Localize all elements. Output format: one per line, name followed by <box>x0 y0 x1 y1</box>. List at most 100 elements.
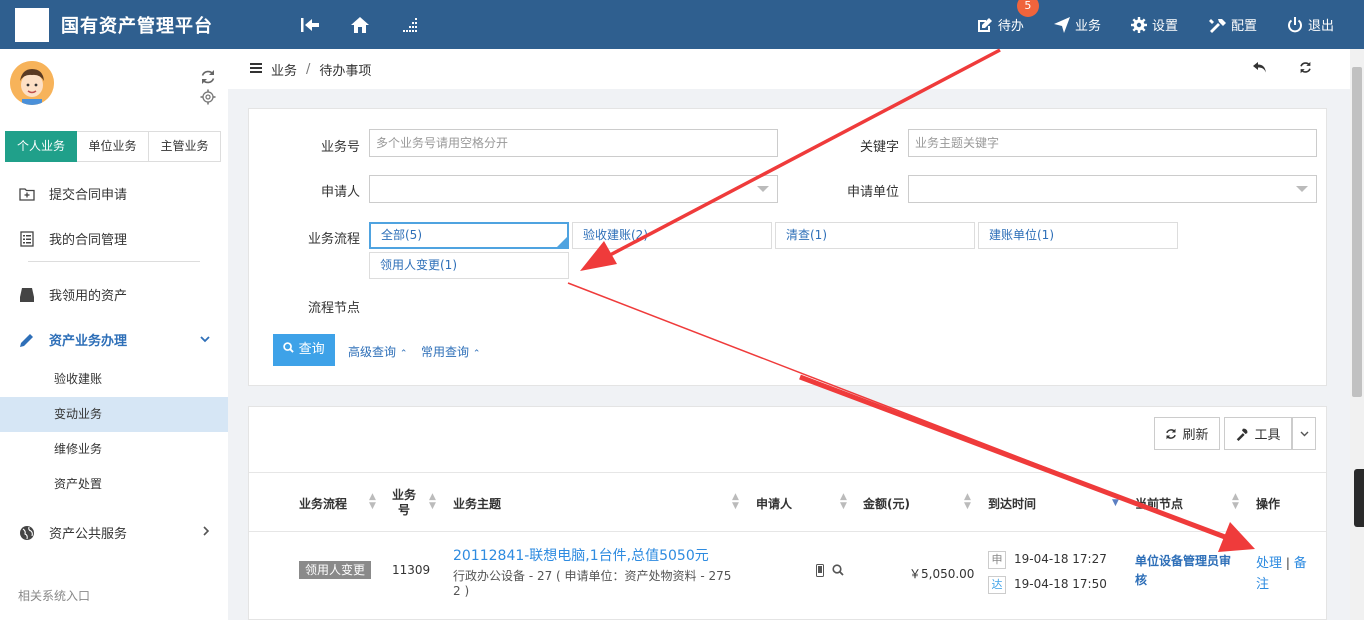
col-subject[interactable]: 业务主题 <box>453 473 501 533</box>
sidebar-item-my-assets[interactable]: 我领用的资产 <box>0 272 228 317</box>
chip-label: 全部(5) <box>381 228 422 242</box>
sidebar-subitem-repair[interactable]: 维修业务 <box>0 432 228 467</box>
drive-icon <box>18 286 36 304</box>
scrollbar-thumb[interactable] <box>1352 67 1362 397</box>
sort-desc-icon[interactable]: ▼ <box>1112 499 1119 508</box>
flow-chip-user-change[interactable]: 领用人变更(1) <box>369 252 569 279</box>
page-scrollbar[interactable] <box>1350 49 1364 620</box>
sidebar-item-submit-contract[interactable]: 提交合同申请 <box>0 171 228 216</box>
refresh-icon <box>1166 428 1177 439</box>
subject-line3: 2 ) <box>453 584 470 598</box>
search-icon[interactable] <box>832 564 844 579</box>
col-bizno-line2: 号 <box>398 503 411 517</box>
tools-dropdown-toggle[interactable] <box>1292 417 1316 450</box>
sidebar-subitem-acceptance[interactable]: 验收建账 <box>0 362 228 397</box>
sidebar-subitem-disposal[interactable]: 资产处置 <box>0 467 228 502</box>
col-bizno[interactable]: 业务 号 <box>392 473 416 533</box>
handle-link[interactable]: 处理 <box>1256 556 1282 571</box>
refresh-button-label: 刷新 <box>1182 428 1209 443</box>
keyword-input[interactable]: 业务主题关键字 <box>908 129 1317 157</box>
sort-icon[interactable]: ▲ ▼ <box>1232 493 1239 511</box>
sidebar-item-label: 资产业务办理 <box>49 334 128 349</box>
menu-icon[interactable] <box>250 62 262 77</box>
breadcrumb-root[interactable]: 业务 <box>271 60 297 79</box>
dropdown-arrow-icon <box>1296 186 1308 192</box>
todo-button[interactable]: 待办 5 <box>977 0 1039 34</box>
dropdown-arrow-icon <box>757 186 769 192</box>
config-button[interactable]: 配置 <box>1208 15 1257 34</box>
sort-icon[interactable]: ▲ ▼ <box>732 493 739 511</box>
subject-link[interactable]: 20112841-联想电脑,1台件,总值5050元 <box>453 545 709 565</box>
col-amount[interactable]: 金额(元) <box>863 473 910 533</box>
tools-button-label: 工具 <box>1254 428 1281 443</box>
sort-icon[interactable]: ▲ ▼ <box>429 493 436 511</box>
sidebar-item-label: 我的合同管理 <box>49 233 128 248</box>
chevron-down-icon <box>1300 431 1308 436</box>
apps-grid-icon[interactable] <box>399 14 421 36</box>
sidebar-item-my-contract[interactable]: 我的合同管理 <box>0 216 228 261</box>
keyword-label: 关键字 <box>859 140 899 155</box>
sidebar-item-label: 我领用的资产 <box>49 289 128 304</box>
side-widget-tab[interactable] <box>1354 469 1364 527</box>
chevron-down-icon <box>200 332 210 347</box>
mobile-icon[interactable] <box>816 564 824 580</box>
bizno-label: 业务号 <box>320 140 360 155</box>
sidebar-subitem-change[interactable]: 变动业务 <box>0 397 228 432</box>
logout-label: 退出 <box>1307 19 1334 34</box>
flow-chip-inventory[interactable]: 清查(1) <box>775 222 975 249</box>
flow-tag: 领用人变更 <box>299 561 372 579</box>
tab-unit[interactable]: 单位业务 <box>77 131 149 162</box>
sidebar-item-asset-business[interactable]: 资产业务办理 <box>0 317 228 362</box>
refresh-icon[interactable] <box>200 69 216 85</box>
globe-icon <box>18 524 36 542</box>
settings-button[interactable]: 设置 <box>1130 15 1178 34</box>
flow-chip-acceptance[interactable]: 验收建账(2) <box>572 222 772 249</box>
sidebar-item-public-service[interactable]: 资产公共服务 <box>0 510 228 555</box>
col-arrival[interactable]: 到达时间 <box>988 473 1036 533</box>
col-node[interactable]: 当前节点 <box>1135 473 1183 533</box>
related-systems-link[interactable]: 相关系统入口 <box>18 587 90 604</box>
business-button[interactable]: 业务 <box>1053 15 1101 34</box>
logout-button[interactable]: 退出 <box>1287 15 1334 34</box>
applicant-label: 申请人 <box>320 185 360 200</box>
table-row[interactable]: 领用人变更 11309 20112841-联想电脑,1台件,总值5050元 行政… <box>249 533 1326 609</box>
breadcrumb-current: 待办事项 <box>319 63 372 79</box>
sort-icon[interactable]: ▲ ▼ <box>840 493 847 511</box>
common-query-link[interactable]: 常用查询 ⌃ <box>421 343 480 360</box>
breadcrumb-separator: / <box>306 61 311 77</box>
col-applicant[interactable]: 申请人 <box>756 473 792 533</box>
sidebar-item-label: 提交合同申请 <box>49 188 128 203</box>
flow-chip-unit[interactable]: 建账单位(1) <box>978 222 1178 249</box>
todo-label: 待办 <box>997 19 1024 34</box>
table-header: 业务流程 ▲ ▼ 业务 号 ▲ ▼ 业务主题 ▲ ▼ 申请人 ▲ ▼ 金额(元) ▲ ▼ … <box>249 472 1326 532</box>
tab-supervisor[interactable]: 主管业务 <box>149 131 221 162</box>
todo-count-badge: 5 <box>1016 0 1039 17</box>
pencil-icon <box>18 331 36 349</box>
unit-select[interactable] <box>908 175 1317 203</box>
note-link-line1[interactable]: 备 <box>1294 556 1307 571</box>
note-link-line2[interactable]: 注 <box>1256 577 1269 592</box>
applicant-select[interactable] <box>369 175 778 203</box>
flow-label: 业务流程 <box>307 232 360 247</box>
query-button[interactable]: 查询 <box>273 334 335 366</box>
sort-icon[interactable]: ▲ ▼ <box>964 493 971 511</box>
settings-gear-icon[interactable] <box>200 89 216 105</box>
user-avatar[interactable] <box>10 61 54 105</box>
arrive-tag: 达 <box>988 576 1006 594</box>
collapse-sidebar-icon[interactable] <box>299 14 321 36</box>
advanced-query-link[interactable]: 高级查询 ⌃ <box>348 343 407 360</box>
bizno-input[interactable]: 多个业务号请用空格分开 <box>369 129 778 157</box>
col-flow[interactable]: 业务流程 <box>299 473 347 533</box>
filter-panel: 业务号 多个业务号请用空格分开 关键字 业务主题关键字 申请人 申请单位 业务流… <box>248 108 1327 386</box>
tools-button[interactable]: 工具 <box>1224 417 1292 450</box>
tab-personal[interactable]: 个人业务 <box>5 131 77 162</box>
selected-check-icon <box>557 237 567 247</box>
folder-plus-icon <box>18 185 36 203</box>
refresh-button[interactable]: 刷新 <box>1154 417 1220 450</box>
reload-icon[interactable] <box>1299 61 1312 74</box>
undo-icon[interactable] <box>1253 61 1267 73</box>
sort-icon[interactable]: ▲ ▼ <box>369 493 376 511</box>
node-label: 流程节点 <box>307 301 360 316</box>
home-icon[interactable] <box>349 14 371 36</box>
flow-chip-all[interactable]: 全部(5) <box>369 222 569 249</box>
